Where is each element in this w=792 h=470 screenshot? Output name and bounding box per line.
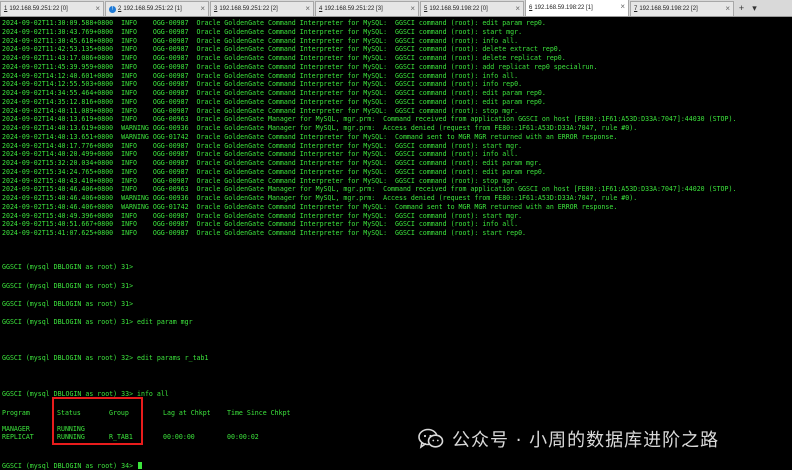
session-tab-5[interactable]: 5 192.168.59.198:22 [0] ×	[420, 1, 524, 16]
close-icon[interactable]: ×	[305, 4, 310, 13]
session-tab-2[interactable]: ! 2 192.168.59.251:22 [1] ×	[105, 1, 209, 16]
tab-label: 192.168.59.198:22 [1]	[534, 5, 593, 11]
close-icon[interactable]: ×	[620, 2, 625, 11]
log-line: 2024-09-02T15:34:24.765+0800 INFO OGG-00…	[2, 167, 546, 176]
log-line: 2024-09-02T11:30:45.618+0800 INFO OGG-00…	[2, 36, 519, 45]
log-line: 2024-09-02T14:12:40.601+0800 INFO OGG-00…	[2, 71, 519, 80]
log-line: 2024-09-02T14:40:13.619+0800 INFO OGG-00…	[2, 115, 737, 124]
tab-label: 192.168.59.251:22 [3]	[324, 6, 383, 12]
active-prompt-line[interactable]: GGSCI (mysql DBLOGIN as root) 34>	[2, 462, 143, 470]
log-line: 2024-09-02T11:43:17.086+0800 INFO OGG-00…	[2, 54, 566, 62]
log-line: 2024-09-02T15:40:43.410+0800 INFO OGG-00…	[2, 176, 519, 185]
prompt-line: GGSCI (mysql DBLOGIN as root) 31> edit p…	[2, 318, 193, 326]
tab-label: 192.168.59.251:22 [2]	[219, 6, 278, 12]
new-tab-button[interactable]: +	[735, 1, 748, 16]
log-line: 2024-09-02T14:40:13.651+0800 WARNING OGG…	[2, 132, 618, 141]
prompt-line: GGSCI (mysql DBLOGIN as root) 31>	[2, 282, 138, 290]
tab-number: 4	[319, 6, 323, 12]
log-line: 2024-09-02T14:40:13.619+0800 WARNING OGG…	[2, 124, 638, 132]
log-line: 2024-09-02T11:30:09.588+0800 INFO OGG-00…	[2, 19, 546, 27]
close-icon[interactable]: ×	[725, 4, 730, 13]
prompt-line: GGSCI (mysql DBLOGIN as root) 31>	[2, 263, 138, 271]
watermark: 公众号 · 小周的数据库进阶之路	[418, 426, 719, 452]
session-tab-bar: 1 192.168.59.251:22 [0] × ! 2 192.168.59.251…	[0, 0, 792, 17]
prompt-line: GGSCI (mysql DBLOGIN as root) 31>	[2, 300, 138, 308]
log-line: 2024-09-02T14:40:20.499+0800 INFO OGG-00…	[2, 150, 519, 159]
close-icon[interactable]: ×	[515, 4, 520, 13]
col-lag: Lag at Chkpt	[163, 409, 211, 417]
log-line: 2024-09-02T11:30:43.769+0800 INFO OGG-00…	[2, 27, 523, 36]
log-line: 2024-09-02T15:40:49.396+0800 INFO OGG-00…	[2, 211, 523, 220]
tab-number: 5	[424, 6, 428, 12]
tab-number: 2	[118, 6, 122, 12]
tab-menu-button[interactable]: ▾	[748, 1, 761, 16]
log-line: 2024-09-02T14:40:17.776+0800 INFO OGG-00…	[2, 141, 523, 150]
close-icon[interactable]: ×	[95, 4, 100, 13]
tab-number: 3	[214, 6, 218, 12]
text-cursor	[138, 462, 143, 469]
log-line: 2024-09-02T14:12:55.503+0800 INFO OGG-00…	[2, 80, 523, 89]
log-line: 2024-09-02T11:45:39.959+0800 INFO OGG-00…	[2, 62, 598, 71]
session-tab-6[interactable]: 6 192.168.59.198:22 [1] ×	[525, 0, 629, 16]
close-icon[interactable]: ×	[410, 4, 415, 13]
log-line: 2024-09-02T15:40:46.406+0800 INFO OGG-00…	[2, 185, 737, 194]
log-line: 2024-09-02T11:42:53.135+0800 INFO OGG-00…	[2, 45, 562, 54]
tab-label: 192.168.59.251:22 [0]	[9, 6, 68, 12]
tab-label: 192.168.59.198:22 [2]	[639, 6, 698, 12]
status-highlight-box	[52, 397, 143, 445]
log-line: 2024-09-02T15:32:20.034+0800 INFO OGG-00…	[2, 159, 542, 167]
close-icon[interactable]: ×	[200, 4, 205, 13]
tab-number: 7	[634, 6, 638, 12]
log-line: 2024-09-02T15:40:46.406+0800 WARNING OGG…	[2, 202, 618, 211]
session-tab-3[interactable]: 3 192.168.59.251:22 [2] ×	[210, 1, 314, 16]
session-tab-7[interactable]: 7 192.168.59.198:22 [2] ×	[630, 1, 734, 16]
wechat-icon	[418, 428, 444, 449]
col-program: Program	[2, 409, 30, 417]
tab-label: 192.168.59.251:22 [1]	[123, 6, 182, 12]
log-line: 2024-09-02T14:34:55.464+0800 INFO OGG-00…	[2, 89, 546, 97]
log-line: 2024-09-02T14:35:12.816+0800 INFO OGG-00…	[2, 97, 546, 106]
log-line: 2024-09-02T15:40:46.406+0800 WARNING OGG…	[2, 194, 638, 202]
session-tab-1[interactable]: 1 192.168.59.251:22 [0] ×	[0, 1, 104, 16]
log-line: 2024-09-02T14:40:11.089+0800 INFO OGG-00…	[2, 106, 519, 115]
tab-label: 192.168.59.198:22 [0]	[429, 6, 488, 12]
prompt-line: GGSCI (mysql DBLOGIN as root) 32> edit p…	[2, 354, 209, 362]
col-time-since: Time Since Chkpt	[227, 409, 291, 417]
tab-number: 1	[4, 6, 8, 12]
info-icon: !	[109, 5, 116, 13]
session-tab-4[interactable]: 4 192.168.59.251:22 [3] ×	[315, 1, 419, 16]
log-line: 2024-09-02T15:41:07.625+0800 INFO OGG-00…	[2, 229, 527, 237]
tab-number: 6	[529, 5, 533, 11]
log-line: 2024-09-02T15:40:51.667+0800 INFO OGG-00…	[2, 220, 519, 229]
watermark-text: 公众号 · 小周的数据库进阶之路	[452, 430, 720, 451]
